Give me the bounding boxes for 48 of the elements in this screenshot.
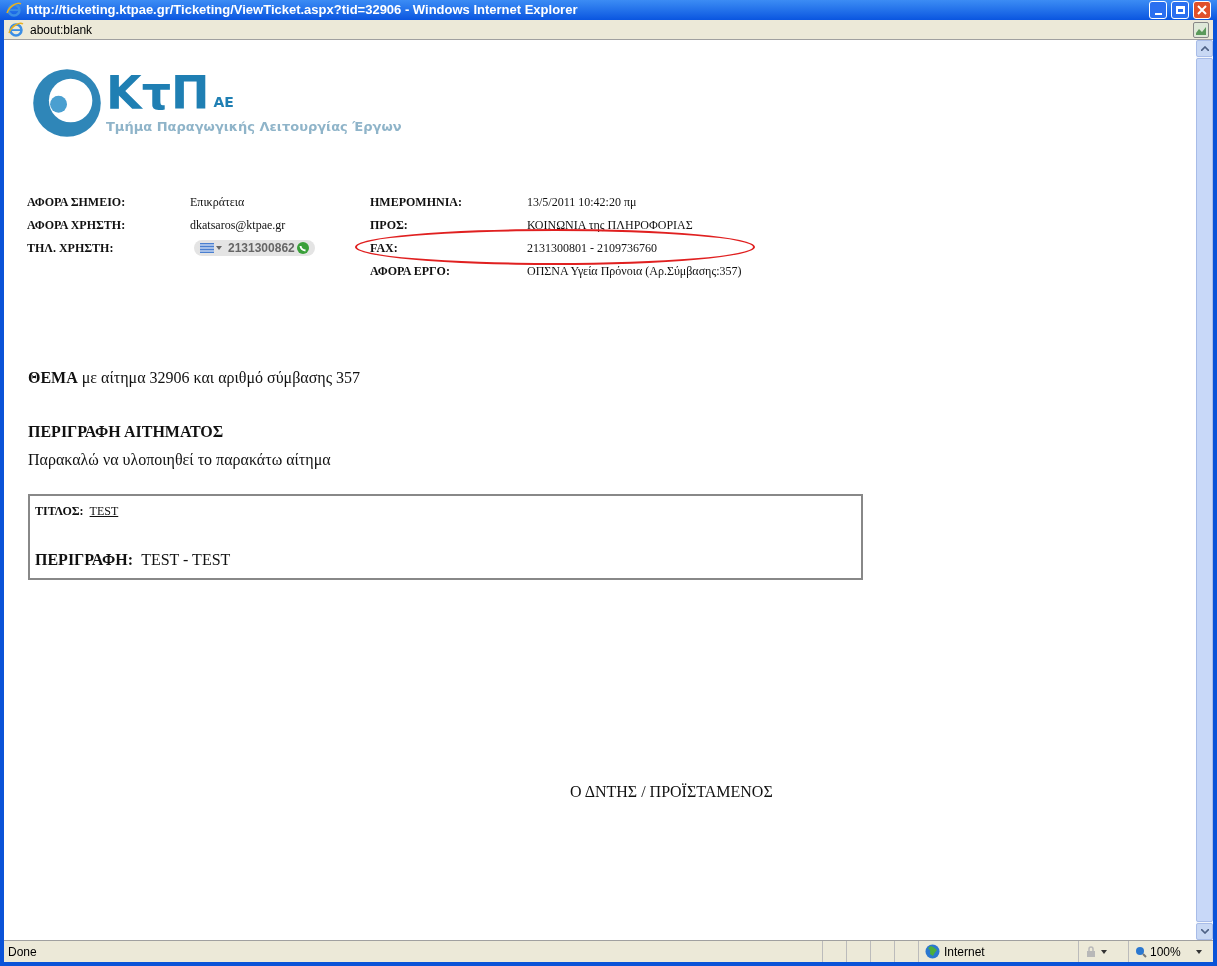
field-value: dkatsaros@ktpae.gr <box>190 216 287 234</box>
field-value: 13/5/2011 10:42:20 πμ <box>527 193 638 211</box>
close-button[interactable] <box>1193 1 1211 19</box>
phone-widget[interactable]: 2131300862 <box>194 239 315 256</box>
browser-icon <box>8 21 24 38</box>
scroll-down-icon <box>1200 929 1209 934</box>
field-label: ΑΦΟΡΑ ΕΡΓΟ: <box>370 262 451 280</box>
browser-icon <box>6 2 22 18</box>
signature-line: Ο ΔΝΤΗΣ / ΠΡΟΪΣΤΑΜΕΝΟΣ <box>570 782 774 802</box>
close-icon <box>1197 5 1207 15</box>
logo-icon <box>32 68 102 138</box>
scrollbar[interactable] <box>1196 40 1213 940</box>
page-icon-button[interactable] <box>1193 21 1209 38</box>
zoom-level[interactable]: 100% <box>1150 942 1181 961</box>
logo-wordmark: ΚτΠ <box>106 69 210 118</box>
field-label: ΑΦΟΡΑ ΣΗΜΕΙΟ: <box>27 193 127 211</box>
caret-icon <box>216 245 222 250</box>
caret-icon[interactable] <box>1195 949 1202 954</box>
field-value: 2131300801 - 2109736760 <box>527 238 827 257</box>
field-label: FAX: <box>370 239 399 257</box>
logo-subtitle: Τμήμα Παραγωγικής Λειτουργίας Έργων <box>106 118 402 137</box>
description-label: ΠΕΡΙΓΡΑΦΗ: <box>35 550 134 570</box>
field-value: Επικράτεια <box>190 193 246 211</box>
description-value: TEST - TEST <box>141 550 231 570</box>
zoom-icon <box>1135 945 1147 958</box>
phone-number: 2131300862 <box>228 239 295 257</box>
address-text[interactable]: about:blank <box>30 20 1187 39</box>
field-value: ΟΠΣΝΑ Υγεία Πρόνοια (Αρ.Σύμβασης:357) <box>527 262 743 280</box>
field-label: ΠΡΟΣ: <box>370 216 409 234</box>
security-zone: Internet <box>944 943 985 961</box>
section-heading: ΠΕΡΙΓΡΑΦΗ ΑΙΤΗΜΑΤΟΣ <box>28 422 225 442</box>
flag-icon <box>200 242 214 253</box>
caret-icon[interactable] <box>1101 949 1107 954</box>
maximize-button[interactable] <box>1171 1 1189 19</box>
field-label: ΑΦΟΡΑ ΧΡΗΣΤΗ: <box>27 216 127 234</box>
scroll-up-icon <box>1200 46 1209 51</box>
globe-icon <box>925 944 940 959</box>
call-icon[interactable] <box>296 241 309 254</box>
status-text: Done <box>7 943 38 961</box>
field-label: ΤΗΛ. ΧΡΗΣΤΗ: <box>27 239 115 257</box>
description-text: Παρακαλώ να υλοποιηθεί το παρακάτω αίτημα <box>28 450 332 471</box>
minimize-button[interactable] <box>1149 1 1167 19</box>
logo-suffix: ΑΕ <box>213 93 234 113</box>
subject-line: ΘΕΜΑ με αίτημα 32906 και αριθμό σύμβασης 357 <box>28 368 362 389</box>
title-value[interactable]: TEST <box>89 502 119 520</box>
field-label: ΗΜΕΡΟΜΗΝΙΑ: <box>370 193 463 211</box>
title-label: ΤΙΤΛΟΣ: <box>35 503 84 520</box>
window-title: http://ticketing.ktpae.gr/Ticketing/ViewTicket.aspx?tid=32906 - Windows Internet Explorer <box>26 1 579 20</box>
